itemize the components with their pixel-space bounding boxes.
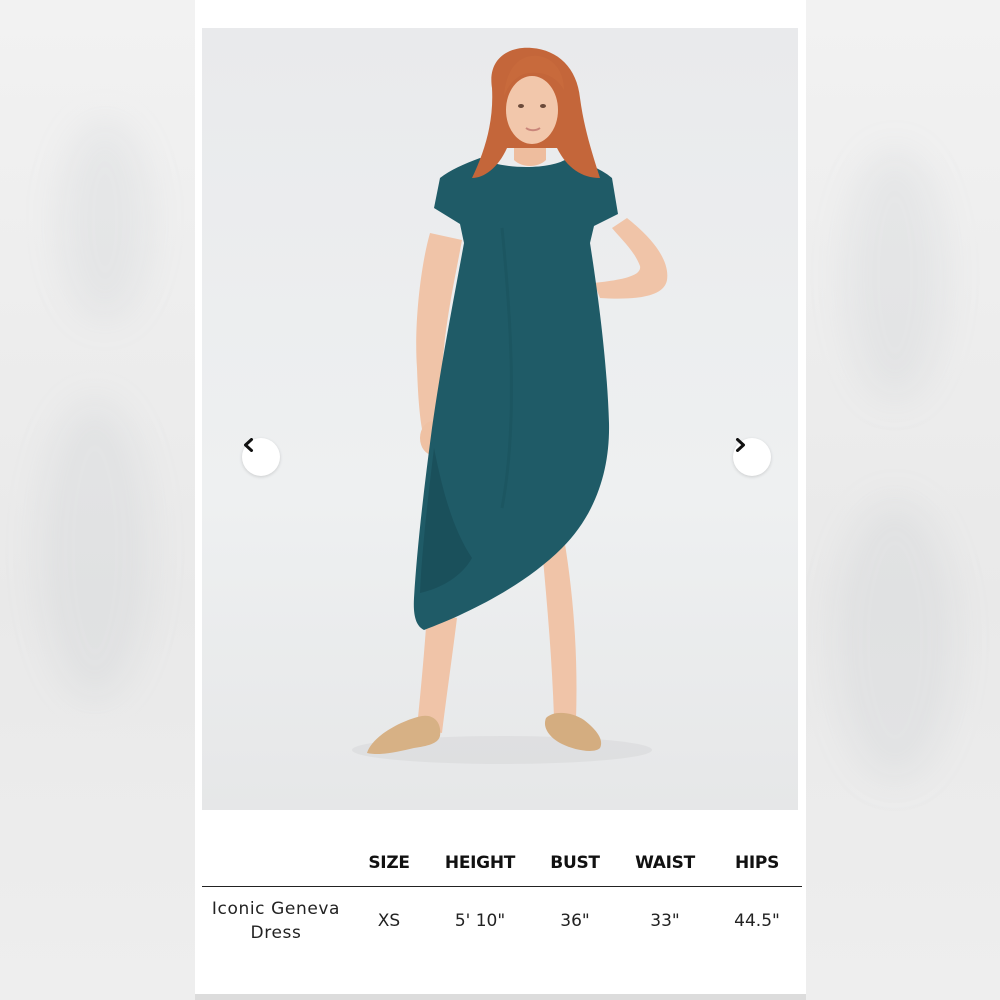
table-row: Iconic Geneva Dress XS 5' 10" 36" 33" 44… xyxy=(202,886,802,956)
background-left-blur xyxy=(0,0,195,1000)
header-size: SIZE xyxy=(350,840,428,887)
product-name-cell: Iconic Geneva Dress xyxy=(202,886,350,956)
card-bottom-edge xyxy=(195,994,806,1000)
header-height: HEIGHT xyxy=(428,840,532,887)
header-name xyxy=(202,840,350,887)
waist-value: 33" xyxy=(650,911,680,932)
hips-value: 44.5" xyxy=(734,911,780,932)
table-header-row: SIZE HEIGHT BUST WAIST HIPS xyxy=(202,840,802,887)
next-image-button[interactable] xyxy=(733,438,771,476)
bust-value: 36" xyxy=(560,911,590,932)
height-value: 5' 10" xyxy=(454,911,506,932)
product-photo xyxy=(202,28,798,810)
header-bust: BUST xyxy=(532,840,618,887)
header-waist: WAIST xyxy=(618,840,712,887)
chevron-left-icon xyxy=(244,438,253,452)
product-name-line1: Iconic Geneva xyxy=(211,899,341,920)
size-value: XS xyxy=(377,911,401,932)
product-card: SIZE HEIGHT BUST WAIST HIPS Iconic Genev… xyxy=(195,0,806,994)
chevron-right-icon xyxy=(736,438,745,452)
size-chart-table: SIZE HEIGHT BUST WAIST HIPS Iconic Genev… xyxy=(202,840,802,956)
background-right-blur xyxy=(805,0,1000,1000)
model-illustration xyxy=(352,47,668,764)
previous-image-button[interactable] xyxy=(242,438,280,476)
header-hips: HIPS xyxy=(712,840,802,887)
product-name-line2: Dress xyxy=(250,923,302,944)
